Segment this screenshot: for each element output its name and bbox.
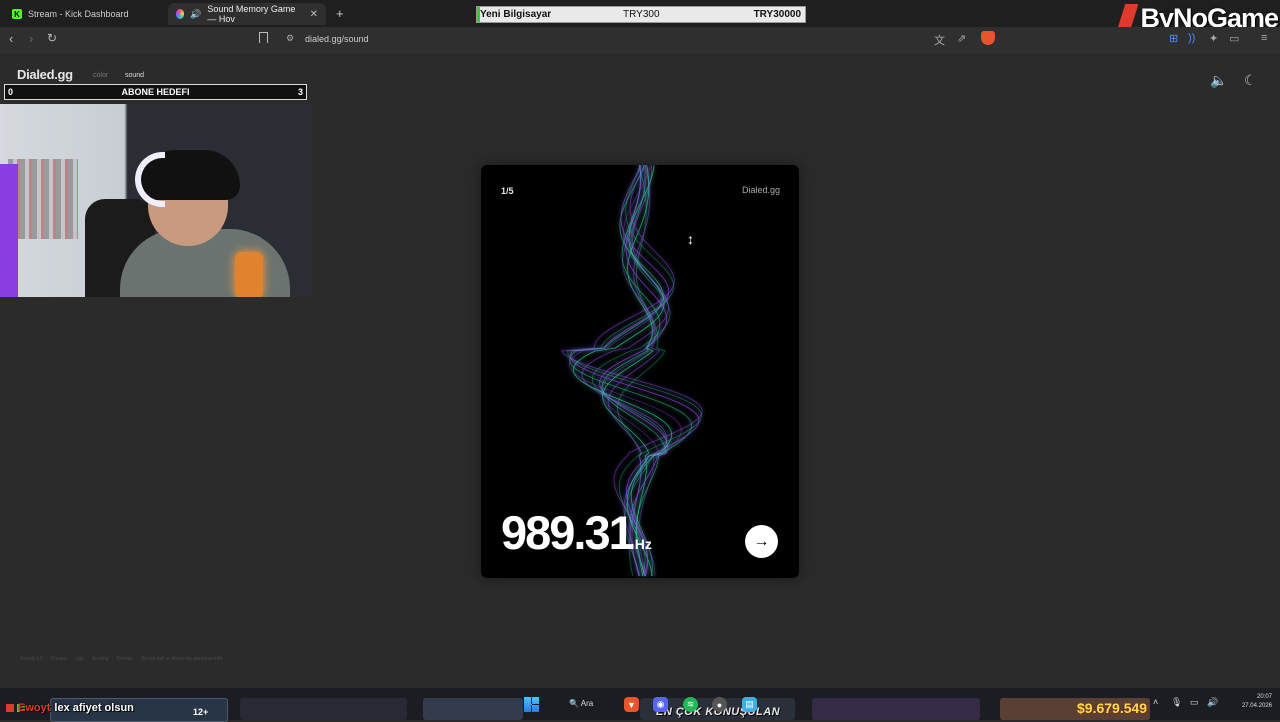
taskbar-thumbnail[interactable] <box>812 698 980 720</box>
sidebar-icon[interactable]: ▭ <box>1229 32 1239 45</box>
footer-link[interactable]: Sound 1.0 <box>20 656 43 662</box>
webcam-microphone <box>235 252 263 297</box>
translate-icon[interactable]: 文 <box>934 32 945 48</box>
audio-playing-icon[interactable]: 🔊 <box>190 9 201 20</box>
tab-sound-memory-game[interactable]: 🔊 Sound Memory Game — Hov ✕ <box>168 3 326 25</box>
next-button[interactable]: → <box>745 525 778 558</box>
reload-icon[interactable]: ↻ <box>47 31 57 45</box>
sound-toggle-icon[interactable]: 🔈 <box>1210 72 1227 89</box>
translate-ext-icon[interactable]: ⊞ <box>1169 32 1178 45</box>
taskbar-thumbnail[interactable] <box>240 698 407 720</box>
tab-kick-dashboard[interactable]: K Stream - Kick Dashboard <box>4 3 164 25</box>
resize-cursor-icon: ↕ <box>687 231 694 247</box>
footer-links: Sound 1.0 Privacy Lab Scoring Socials Do… <box>20 656 222 662</box>
forward-arrow-icon[interactable]: › <box>29 31 33 46</box>
network-icon[interactable]: ▭ <box>1190 697 1199 708</box>
frequency-readout: 989.31 Hz <box>501 505 652 560</box>
dialed-favicon-icon <box>176 9 185 19</box>
footer-link[interactable]: Privacy <box>51 656 67 662</box>
address-bar[interactable]: dialed.gg/sound <box>305 34 369 44</box>
tab-title: Stream - Kick Dashboard <box>28 9 129 19</box>
nav-link-sound[interactable]: sound <box>125 72 144 79</box>
sound-game-card: 1/5 Dialed.gg ↕ 989.31 Hz → <box>481 165 799 578</box>
navigation-bar: ‹ › ↻ ⚙ dialed.gg/sound 文 ⇗ ⊞ )) ✦ ▭ ≡ <box>0 27 1280 53</box>
menu-icon[interactable]: ≡ <box>1261 32 1267 44</box>
close-tab-icon[interactable]: ✕ <box>310 9 318 20</box>
discord-icon[interactable]: ◉ <box>653 697 668 712</box>
footer-link[interactable]: Socials <box>117 656 133 662</box>
tray-chevron-icon[interactable]: ˄ <box>1153 697 1158 707</box>
extensions-icon[interactable]: ✦ <box>1209 32 1218 45</box>
donation-goal-bar: Yeni Bilgisayar TRY300 TRY30000 <box>476 6 806 23</box>
tab-title: Sound Memory Game — Hov <box>207 4 296 24</box>
clock-time: 20:07 <box>1256 694 1272 700</box>
nav-link-color[interactable]: color <box>93 72 108 79</box>
donation-current: TRY300 <box>623 9 660 20</box>
donation-goal-title: Yeni Bilgisayar <box>480 9 552 20</box>
audio-ext-icon[interactable]: )) <box>1188 32 1195 44</box>
frequency-unit: Hz <box>634 536 652 552</box>
round-counter: 1/5 <box>501 186 514 196</box>
mic-icon[interactable]: 🎙 <box>1171 697 1182 708</box>
brave-shields-icon[interactable] <box>981 31 995 45</box>
search-label: Ara <box>580 699 594 708</box>
arrow-right-icon: → <box>753 532 770 550</box>
new-tab-button[interactable]: + <box>336 6 344 21</box>
chat-message: Ewoyt lex afiyet olsun <box>18 702 134 714</box>
obs-icon[interactable]: ● <box>712 697 727 712</box>
tab-bar: K Stream - Kick Dashboard 🔊 Sound Memory… <box>0 0 1280 33</box>
webcam-purple-light <box>0 164 18 297</box>
taskbar-thumbnail[interactable] <box>423 698 523 720</box>
card-brand: Dialed.gg <box>741 185 780 195</box>
chat-text: lex afiyet olsun <box>54 702 134 714</box>
footer-link[interactable]: Do not sell or share my personal info <box>141 656 222 662</box>
overlay-money: $9.679.549 <box>1077 700 1148 716</box>
webcam-background-shelf <box>8 159 78 239</box>
volume-icon[interactable]: 🔊 <box>1207 697 1218 708</box>
chat-username: Ewoyt <box>18 702 51 714</box>
chat-badge-icon <box>6 704 14 712</box>
footer-link[interactable]: Scoring <box>92 656 109 662</box>
age-rating-badge: 12+ <box>193 707 209 717</box>
kick-icon: K <box>12 9 22 19</box>
file-explorer-icon[interactable]: ▤ <box>742 697 757 712</box>
spotify-icon[interactable]: ≋ <box>683 697 698 712</box>
site-settings-icon[interactable]: ⚙ <box>286 33 294 44</box>
subscriber-goal-bar: 0 ABONE HEDEFI 3 <box>4 84 307 100</box>
brave-browser-icon[interactable]: ▼ <box>624 697 639 712</box>
frequency-value: 989.31 <box>501 506 635 559</box>
dark-mode-icon[interactable]: ☾ <box>1244 72 1257 89</box>
sub-goal-title: ABONE HEDEFI <box>121 87 190 97</box>
site-logo[interactable]: Dialed.gg <box>17 67 73 82</box>
sub-goal-end: 3 <box>297 87 303 97</box>
footer-link[interactable]: Lab <box>75 656 83 662</box>
bookmark-icon[interactable] <box>259 32 268 43</box>
share-icon[interactable]: ⇗ <box>957 32 966 45</box>
taskbar-search[interactable]: 🔍 Ara <box>569 699 593 708</box>
clock-date: 27.04.2026 <box>1241 703 1272 709</box>
donation-goal: TRY30000 <box>753 9 801 20</box>
back-arrow-icon[interactable]: ‹ <box>9 31 13 46</box>
system-clock[interactable]: 20:07 27.04.2026 <box>1242 693 1272 711</box>
webcam-feed <box>0 104 311 297</box>
